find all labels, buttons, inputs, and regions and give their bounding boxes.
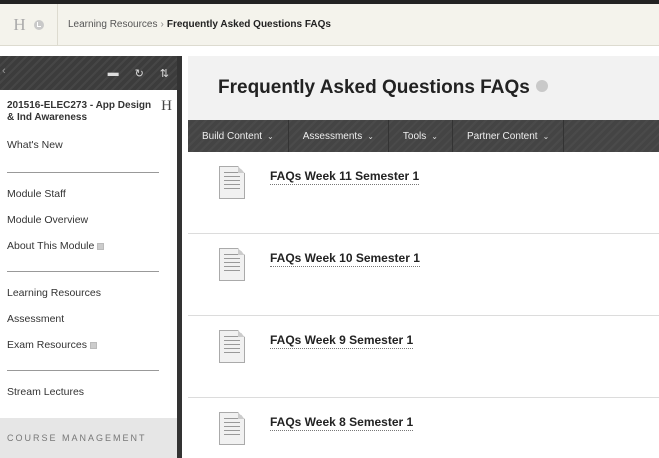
- sidebar-item-assessment[interactable]: Assessment: [0, 306, 177, 332]
- course-menu: ‹ ▬ ↻ ⇅ 201516-ELEC273 - App Design & In…: [0, 56, 182, 458]
- content-item-title[interactable]: FAQs Week 10 Semester 1: [270, 251, 420, 267]
- chevron-down-icon: ⌄: [367, 131, 374, 141]
- document-icon: [219, 330, 245, 363]
- content-item-title[interactable]: FAQs Week 8 Semester 1: [270, 415, 414, 431]
- chevron-down-icon: ⌄: [431, 131, 438, 141]
- link-icon: [89, 341, 97, 349]
- breadcrumb-separator: ›: [160, 19, 164, 30]
- sidebar-item-module-overview[interactable]: Module Overview: [0, 207, 177, 233]
- partner-content-button[interactable]: Partner Content ⌄: [453, 120, 565, 152]
- content-area: Frequently Asked Questions FAQs Build Co…: [188, 56, 659, 458]
- course-management-label: COURSE MANAGEMENT: [7, 433, 147, 443]
- tools-button[interactable]: Tools ⌄: [389, 120, 453, 152]
- sidebar-item-label: Assessment: [7, 313, 65, 325]
- build-content-button[interactable]: Build Content ⌄: [188, 120, 289, 152]
- content-item-title[interactable]: FAQs Week 11 Semester 1: [270, 169, 420, 185]
- sidebar-item-learning-resources[interactable]: Learning Resources: [0, 280, 177, 306]
- sidebar-item-label: Learning Resources: [7, 287, 101, 299]
- course-title: 201516-ELEC273 - App Design & Ind Awaren…: [0, 90, 177, 142]
- folder-icon[interactable]: ▬: [108, 67, 119, 79]
- breadcrumb-link-learning-resources[interactable]: Learning Resources: [68, 19, 158, 30]
- page-title: Frequently Asked Questions FAQs: [218, 77, 548, 99]
- sidebar-item-exam-resources[interactable]: Exam Resources: [0, 332, 177, 358]
- content-item: FAQs Week 11 Semester 1: [188, 152, 659, 234]
- content-item: FAQs Week 9 Semester 1: [188, 316, 659, 398]
- left-arrow-icon[interactable]: ‹: [2, 65, 6, 77]
- sidebar-item-about-this-module[interactable]: About This Module: [0, 233, 177, 259]
- action-bar: Build Content ⌄ Assessments ⌄ Tools ⌄ Partn…: [188, 120, 659, 152]
- sidebar-item-module-staff[interactable]: Module Staff: [0, 181, 177, 207]
- page-title-bar: Frequently Asked Questions FAQs: [188, 56, 659, 120]
- chevron-down-icon[interactable]: [33, 19, 44, 30]
- home-button[interactable]: H: [0, 3, 58, 46]
- chevron-down-icon[interactable]: [535, 79, 548, 92]
- home-icon: H: [13, 14, 26, 34]
- link-icon: [97, 242, 105, 250]
- assessments-button[interactable]: Assessments ⌄: [289, 120, 389, 152]
- course-menu-toolbar: ‹ ▬ ↻ ⇅: [0, 56, 177, 90]
- refresh-icon[interactable]: ↻: [135, 67, 144, 80]
- sidebar-item-stream-lectures[interactable]: Stream Lectures: [0, 379, 177, 405]
- sidebar-item-label: About This Module: [7, 240, 95, 252]
- content-item: FAQs Week 10 Semester 1: [188, 234, 659, 316]
- sidebar-item-label: Module Overview: [7, 214, 89, 226]
- content-item-title[interactable]: FAQs Week 9 Semester 1: [270, 333, 414, 349]
- content-item: FAQs Week 8 Semester 1: [188, 398, 659, 458]
- breadcrumb-current: Frequently Asked Questions FAQs: [166, 19, 331, 30]
- sort-icon[interactable]: ⇅: [160, 67, 169, 80]
- sidebar-item-label: Module Staff: [7, 188, 66, 200]
- sidebar-item-label: Exam Resources: [7, 339, 87, 351]
- document-icon: [219, 248, 245, 281]
- breadcrumb: Learning Resources › Frequently Asked Qu…: [58, 19, 331, 30]
- chevron-down-icon: ⌄: [542, 131, 550, 141]
- course-home-icon[interactable]: H: [161, 98, 172, 115]
- course-name[interactable]: 201516-ELEC273 - App Design & Ind Awaren…: [7, 100, 157, 124]
- course-management-header[interactable]: COURSE MANAGEMENT: [0, 418, 177, 458]
- document-icon: [219, 412, 245, 445]
- document-icon: [219, 166, 245, 199]
- chevron-down-icon: ⌄: [267, 131, 274, 141]
- breadcrumb-bar: H Learning Resources › Frequently Asked …: [0, 3, 659, 46]
- sidebar-item-label: Stream Lectures: [7, 386, 85, 398]
